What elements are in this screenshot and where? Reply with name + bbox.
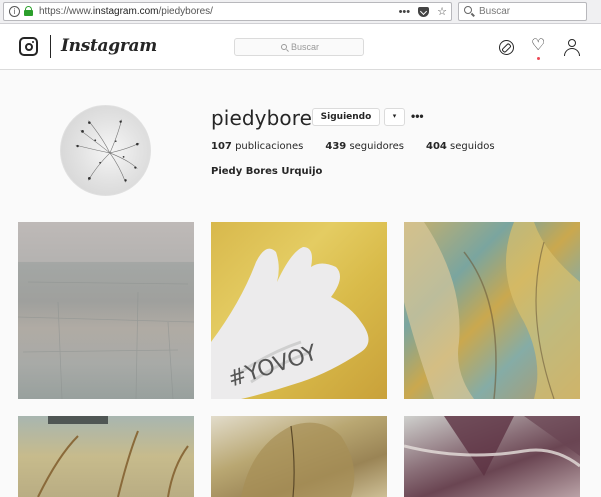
post-thumbnail[interactable] <box>404 222 580 399</box>
instagram-header: Instagram Buscar ♡ <box>0 24 601 70</box>
browser-toolbar: i https://www.instagram.com/piedybores/ … <box>0 0 601 24</box>
explore-compass-icon[interactable] <box>499 40 514 55</box>
instagram-search-placeholder: Buscar <box>291 42 320 52</box>
following-count[interactable]: 404 seguidos <box>426 141 495 152</box>
followers-count[interactable]: 439 seguidores <box>325 141 404 152</box>
search-icon <box>281 44 287 50</box>
post-thumbnail[interactable]: #YOVOY <box>211 222 387 399</box>
profile-full-name: Piedy Bores Urquijo <box>211 166 323 177</box>
bookmark-star-icon[interactable]: ☆ <box>437 4 447 20</box>
page-actions-icon[interactable]: ••• <box>399 4 411 20</box>
instagram-camera-icon[interactable] <box>19 37 38 56</box>
browser-search-input[interactable]: Buscar <box>458 2 587 21</box>
activity-heart-icon[interactable]: ♡ <box>531 38 547 54</box>
post-thumbnail[interactable] <box>404 416 580 497</box>
info-icon[interactable]: i <box>9 6 20 17</box>
browser-search-placeholder: Buscar <box>479 6 511 17</box>
post-thumbnail[interactable] <box>211 416 387 497</box>
lock-icon[interactable] <box>24 6 33 16</box>
posts-count: 107 publicaciones <box>211 141 304 152</box>
profile-stats: 107 publicaciones 439 seguidores 404 seg… <box>211 141 517 152</box>
following-button[interactable]: Siguiendo <box>312 108 380 126</box>
search-icon <box>464 6 472 14</box>
post-thumbnail[interactable] <box>18 416 194 497</box>
avatar[interactable] <box>60 105 151 196</box>
profile-username: piedybores <box>211 106 323 130</box>
notification-dot <box>537 57 540 60</box>
address-bar[interactable]: i https://www.instagram.com/piedybores/ … <box>3 2 452 21</box>
post-thumbnail[interactable] <box>18 222 194 399</box>
profile-user-icon[interactable] <box>564 39 580 56</box>
more-options-button[interactable]: ••• <box>411 109 424 123</box>
suggestions-dropdown-button[interactable]: ▾ <box>384 108 405 126</box>
instagram-search-input[interactable]: Buscar <box>234 38 364 56</box>
header-divider <box>50 35 51 58</box>
pocket-icon[interactable] <box>418 7 430 17</box>
url-text[interactable]: https://www.instagram.com/piedybores/ <box>39 6 213 17</box>
instagram-logo[interactable]: Instagram <box>61 36 157 56</box>
